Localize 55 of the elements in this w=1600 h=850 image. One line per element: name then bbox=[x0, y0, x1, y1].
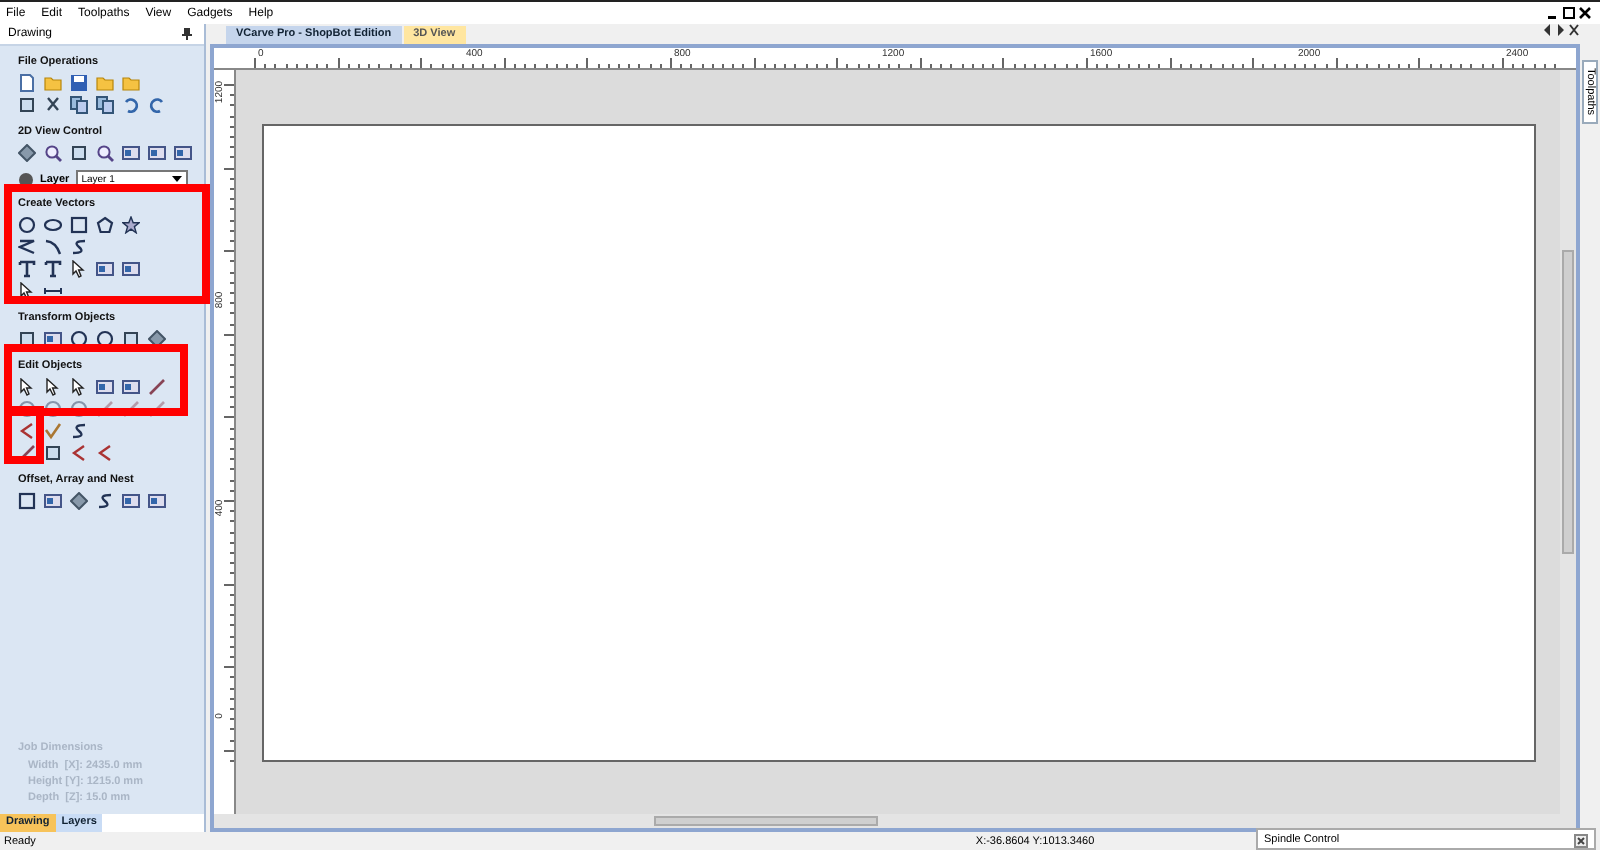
arc-icon[interactable] bbox=[44, 238, 62, 256]
measure-icon[interactable] bbox=[44, 282, 62, 300]
zoom-icon[interactable] bbox=[96, 144, 114, 162]
curve-icon[interactable] bbox=[96, 492, 114, 510]
circle-icon[interactable] bbox=[96, 330, 114, 348]
window-icon[interactable] bbox=[44, 492, 62, 510]
layer-icon bbox=[18, 170, 34, 188]
line-icon[interactable] bbox=[18, 444, 36, 462]
caret-icon[interactable] bbox=[18, 422, 36, 440]
check-icon[interactable] bbox=[44, 422, 62, 440]
frame-icon[interactable] bbox=[44, 444, 62, 462]
tab-navigation-icon[interactable] bbox=[1544, 24, 1580, 40]
star-icon[interactable] bbox=[122, 216, 140, 234]
window-icon[interactable] bbox=[96, 260, 114, 278]
horizontal-scrollbar[interactable] bbox=[214, 814, 1576, 828]
diamond-icon[interactable] bbox=[148, 330, 166, 348]
line-icon[interactable] bbox=[148, 378, 166, 396]
scissors-icon[interactable] bbox=[44, 96, 62, 114]
window-icon[interactable] bbox=[44, 330, 62, 348]
zigzag-icon[interactable] bbox=[18, 238, 36, 256]
frame-icon[interactable] bbox=[18, 330, 36, 348]
frame-icon[interactable] bbox=[122, 330, 140, 348]
diamond-icon[interactable] bbox=[18, 144, 36, 162]
window-icon[interactable] bbox=[122, 260, 140, 278]
window-controls-icon[interactable] bbox=[1548, 6, 1592, 20]
pin-icon[interactable] bbox=[182, 28, 192, 40]
frame-icon[interactable] bbox=[18, 96, 36, 114]
dropdown-caret-icon[interactable] bbox=[171, 176, 182, 182]
frame-icon[interactable] bbox=[70, 144, 88, 162]
curve-icon[interactable] bbox=[70, 422, 88, 440]
redo-icon[interactable] bbox=[148, 96, 166, 114]
curve-icon[interactable] bbox=[70, 238, 88, 256]
window-icon[interactable] bbox=[148, 144, 166, 162]
text-icon[interactable] bbox=[44, 260, 62, 278]
circle-icon[interactable] bbox=[70, 330, 88, 348]
save-icon[interactable] bbox=[70, 74, 88, 92]
square-icon[interactable] bbox=[18, 492, 36, 510]
vertical-scrollbar[interactable] bbox=[1560, 70, 1576, 814]
window-icon[interactable] bbox=[96, 378, 114, 396]
pointer-icon[interactable] bbox=[18, 282, 36, 300]
window-icon[interactable] bbox=[122, 144, 140, 162]
circle-icon[interactable] bbox=[18, 216, 36, 234]
zoom-icon[interactable] bbox=[44, 144, 62, 162]
pointer-icon[interactable] bbox=[70, 260, 88, 278]
square-icon[interactable] bbox=[70, 216, 88, 234]
window-icon[interactable] bbox=[122, 378, 140, 396]
close-icon[interactable] bbox=[1574, 834, 1588, 848]
window-icon[interactable] bbox=[122, 492, 140, 510]
polygon-icon[interactable] bbox=[96, 216, 114, 234]
window-icon[interactable] bbox=[174, 144, 192, 162]
undo-icon[interactable] bbox=[122, 96, 140, 114]
diamond-icon[interactable] bbox=[70, 492, 88, 510]
text-icon[interactable] bbox=[18, 260, 36, 278]
page-icon[interactable] bbox=[18, 74, 36, 92]
window-icon[interactable] bbox=[148, 492, 166, 510]
